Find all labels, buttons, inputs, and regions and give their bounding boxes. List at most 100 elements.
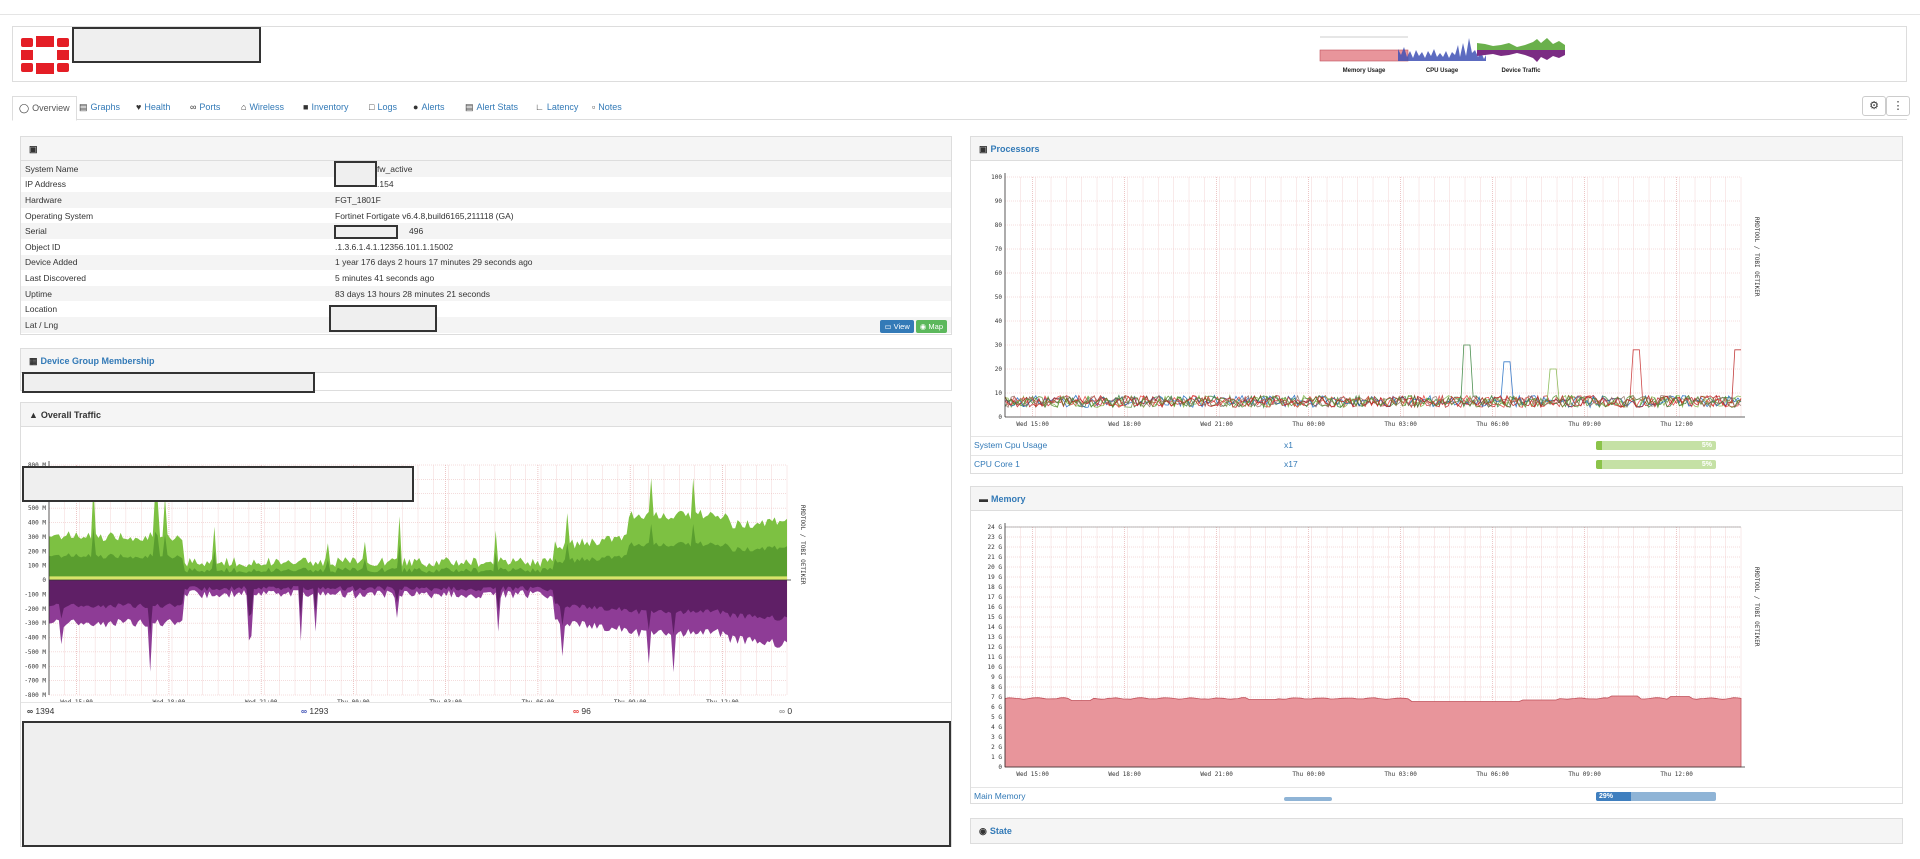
- device-group-title[interactable]: Device Group Membership: [41, 356, 155, 366]
- port-count-1[interactable]: ∞ 1293: [301, 703, 328, 720]
- overview-row: System Name fw_active: [21, 161, 951, 177]
- y-tick-label: -800 M: [24, 692, 46, 699]
- y-tick-label: 0: [998, 414, 1002, 421]
- x-tick-label: Wed 15:00: [1016, 421, 1049, 428]
- bar-chart-icon: ▤: [465, 102, 474, 112]
- tab-latency[interactable]: ∟ Latency: [535, 96, 578, 120]
- device-tabs: ◯ Overview ▤ Graphs ♥ Health ∞ Ports ⌂ Wirele…: [12, 96, 1910, 121]
- location-actions: ▭ View ◉ Map: [878, 320, 947, 333]
- y-tick-label: 14 G: [988, 624, 1003, 631]
- y-tick-label: 8 G: [991, 684, 1002, 691]
- overview-row-label: Operating System: [25, 210, 94, 221]
- y-tick-label: 80: [995, 222, 1003, 229]
- overview-row-label: System Name: [21, 161, 331, 177]
- cpu-usage-fill: [1596, 460, 1602, 469]
- tab-logs[interactable]: □ Logs: [369, 96, 397, 120]
- chart-icon: ▤: [79, 102, 88, 112]
- map-button[interactable]: ◉ Map: [915, 320, 947, 333]
- inbound-traffic-baseline: [49, 576, 787, 580]
- cpu-row-count[interactable]: x1: [1284, 437, 1293, 454]
- road-icon: ▲: [29, 410, 38, 420]
- y-tick-label: 300 M: [28, 534, 46, 541]
- port-count-2[interactable]: ∞ 96: [573, 703, 591, 720]
- port-counts-row: ∞ 1394 ∞ 1293 ∞ 96 ∞ 0: [21, 702, 951, 719]
- more-options-button[interactable]: ⋮: [1886, 96, 1910, 116]
- y-tick-label: 70: [995, 246, 1003, 253]
- rrdtool-watermark: RRDTOOL / TOBI OETIKER: [799, 505, 806, 585]
- tab-alerts[interactable]: ● Alerts: [413, 96, 444, 120]
- fortinet-logo: [21, 36, 69, 74]
- port-count-value: 0: [787, 706, 793, 716]
- x-tick-label: Thu 06:00: [1476, 421, 1509, 428]
- y-tick-label: -500 M: [24, 649, 46, 656]
- view-button[interactable]: ▭ View: [880, 320, 914, 333]
- tab-inventory[interactable]: ■ Inventory: [303, 96, 348, 120]
- device-traffic-minigraph[interactable]: Device Traffic: [1475, 33, 1567, 77]
- y-tick-label: 7 G: [991, 694, 1002, 701]
- cpu-row-name[interactable]: CPU Core 1: [974, 456, 1020, 473]
- tab-label: Alerts: [421, 102, 445, 112]
- memory-usage-percent: 29%: [1599, 793, 1614, 800]
- heart-icon: ♥: [136, 102, 142, 112]
- device-group-redacted: [22, 372, 315, 393]
- cpu-row-name[interactable]: System Cpu Usage: [974, 437, 1047, 454]
- tab-wireless[interactable]: ⌂ Wireless: [241, 96, 284, 120]
- memory-row-name[interactable]: Main Memory: [974, 788, 1025, 805]
- wifi-icon: ⌂: [241, 102, 247, 112]
- id-card-icon: ▣: [29, 144, 38, 154]
- overview-row: Hardware FGT_1801F: [21, 192, 951, 208]
- cpu-usage-percent: 5%: [1701, 461, 1712, 468]
- y-tick-label: 24 G: [988, 524, 1003, 531]
- book-icon: □: [369, 102, 375, 112]
- processors-graph[interactable]: 1009080706050403020100Wed 15:00 Wed 18:00…: [971, 161, 1902, 436]
- tab-label: Logs: [377, 102, 397, 112]
- line-chart-icon: ∟: [535, 102, 544, 112]
- memory-header: ▬ Memory: [971, 487, 1902, 511]
- memory-sparkline: [1284, 797, 1332, 801]
- rrdtool-watermark: RRDTOOL / TOBI OETIKER: [1753, 567, 1760, 647]
- tab-ports[interactable]: ∞ Ports: [190, 96, 220, 120]
- port-count-0[interactable]: ∞ 1394: [27, 703, 54, 720]
- tab-notes[interactable]: ▫ Notes: [592, 96, 622, 120]
- overview-row-value: 83 days 13 hours 28 minutes 21 seconds: [331, 285, 951, 302]
- x-tick-label: Thu 00:00: [1292, 771, 1325, 778]
- y-tick-label: 400 M: [28, 520, 46, 527]
- tab-health[interactable]: ♥ Health: [136, 96, 170, 120]
- y-tick-label: 500 M: [28, 505, 46, 512]
- port-count-value: 1293: [309, 706, 329, 716]
- memory-title[interactable]: Memory: [991, 494, 1026, 504]
- settings-button[interactable]: ⚙: [1862, 96, 1886, 116]
- tab-label: Latency: [546, 102, 579, 112]
- overview-row-label: Location: [25, 304, 58, 315]
- x-tick-label: Thu 09:00: [1568, 421, 1601, 428]
- tab-overview[interactable]: ◯ Overview: [12, 96, 77, 121]
- y-tick-label: 4 G: [991, 724, 1002, 731]
- tab-graphs[interactable]: ▤ Graphs: [79, 96, 120, 120]
- memory-graph[interactable]: 24 G 23 G 22 G 21 G 20 G 19 G 18 G 17 G 16 G 15 G…: [971, 511, 1902, 786]
- y-tick-label: 16 G: [988, 604, 1003, 611]
- rrdtool-watermark: RRDTOOL / TOBI OETIKER: [1753, 217, 1760, 297]
- y-tick-label: 6 G: [991, 704, 1002, 711]
- memory-icon: ▬: [979, 494, 988, 504]
- y-tick-label: 23 G: [988, 534, 1003, 541]
- memory-row: Main Memory 29%: [971, 787, 1902, 804]
- tab-alert-stats[interactable]: ▤ Alert Stats: [465, 96, 518, 120]
- cpu-icon: ▣: [979, 144, 988, 154]
- memory-usage-bar: 29%: [1596, 792, 1716, 801]
- location-redacted: [329, 305, 437, 332]
- state-title[interactable]: State: [990, 826, 1012, 836]
- overview-row-value: Fortinet Fortigate v6.4.8,build6165,2111…: [335, 210, 514, 221]
- processors-title[interactable]: Processors: [991, 144, 1040, 154]
- y-tick-label: 13 G: [988, 634, 1003, 641]
- gear-icon: ⚙: [1869, 100, 1879, 112]
- cpu-row-count[interactable]: x17: [1284, 456, 1298, 473]
- tab-label: Alert Stats: [476, 102, 519, 112]
- y-tick-label: 1 G: [991, 754, 1002, 761]
- map-button-label: Map: [928, 322, 943, 331]
- cpu-usage-fill: [1596, 441, 1602, 450]
- overview-row: Device Added 1 year 176 days 2 hours 17 m…: [21, 254, 951, 271]
- port-count-3[interactable]: ∞ 0: [779, 703, 792, 720]
- view-button-label: View: [893, 322, 910, 331]
- cpu-usage-percent: 5%: [1701, 442, 1712, 449]
- y-tick-label: 10 G: [988, 664, 1003, 671]
